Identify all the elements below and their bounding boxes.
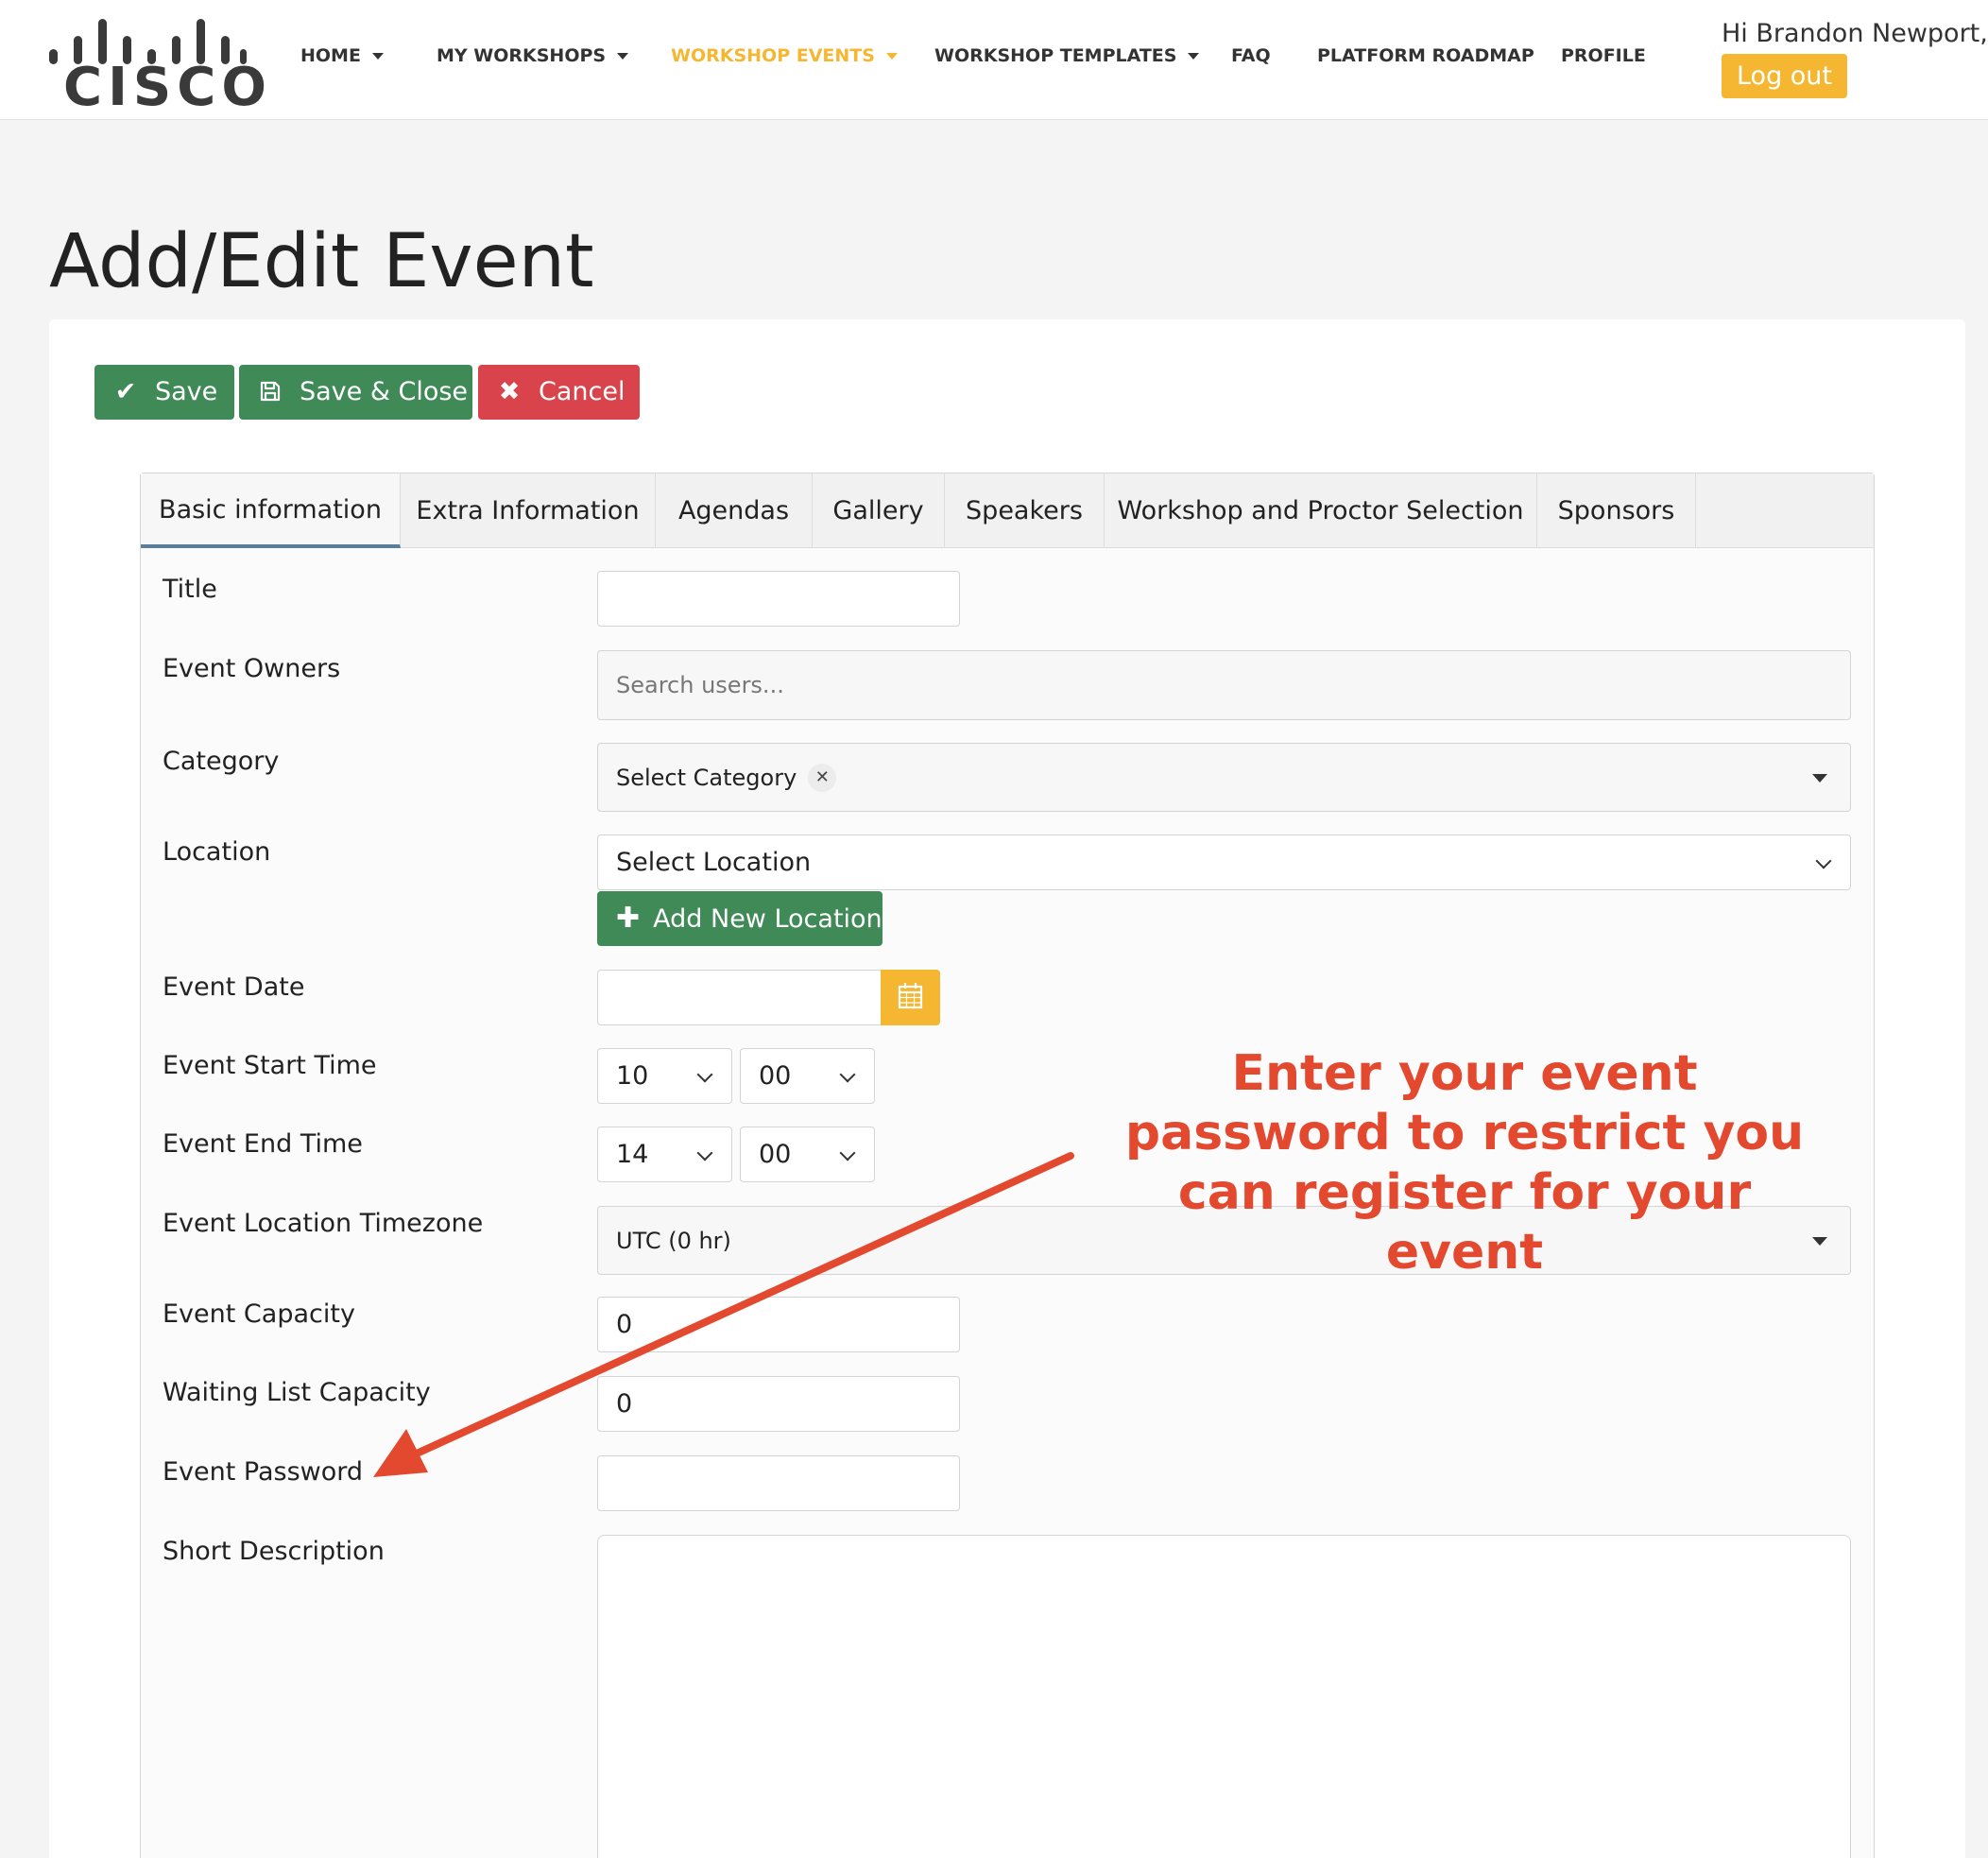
nav-faq[interactable]: FAQ (1231, 45, 1271, 66)
nav-platform-roadmap[interactable]: PLATFORM ROADMAP (1317, 45, 1534, 66)
short-description-label: Short Description (163, 1537, 385, 1566)
nav-workshop-events[interactable]: WORKSHOP EVENTS (671, 45, 898, 66)
location-select[interactable]: Select Location (597, 834, 1851, 890)
end-hour-select[interactable]: 14 (597, 1127, 732, 1182)
event-start-time-label: Event Start Time (163, 1051, 377, 1080)
nav-my-workshops[interactable]: MY WORKSHOPS (437, 45, 629, 66)
plus-icon: ✚ (616, 902, 641, 935)
tab-gallery[interactable]: Gallery (813, 473, 945, 548)
cisco-logo[interactable]: CISCO (47, 8, 266, 114)
calendar-button[interactable] (881, 970, 940, 1025)
start-minute-select[interactable]: 00 (740, 1048, 875, 1104)
location-label: Location (163, 837, 271, 867)
chevron-down-icon (1815, 852, 1832, 869)
cisco-logo-bars-icon (47, 8, 247, 64)
add-new-location-button[interactable]: ✚ Add New Location (597, 891, 883, 946)
event-owners-search-input[interactable]: Search users... (597, 650, 1851, 720)
logo-wordmark: CISCO (63, 57, 272, 118)
event-date-label: Event Date (163, 972, 305, 1002)
event-capacity-input[interactable]: 0 (597, 1297, 960, 1352)
event-password-input[interactable] (597, 1455, 960, 1511)
caret-down-icon (885, 53, 898, 60)
waiting-list-capacity-label: Waiting List Capacity (163, 1378, 431, 1407)
nav-profile[interactable]: PROFILE (1561, 45, 1646, 66)
event-owners-label: Event Owners (163, 654, 341, 683)
save-button[interactable]: ✔ Save (94, 365, 234, 420)
dropdown-arrow-icon (1812, 773, 1827, 783)
category-select[interactable]: Select Category ✕ (597, 743, 1851, 812)
chevron-down-icon (839, 1066, 856, 1082)
short-description-textarea[interactable] (597, 1535, 1851, 1858)
event-capacity-label: Event Capacity (163, 1299, 355, 1329)
annotation-callout: Enter your event password to restrict yo… (1124, 1045, 1805, 1281)
title-label: Title (163, 575, 217, 604)
event-date-input[interactable] (597, 970, 883, 1025)
cancel-button[interactable]: ✖ Cancel (478, 365, 640, 420)
tab-extra-information[interactable]: Extra Information (401, 473, 656, 548)
chevron-down-icon (839, 1144, 856, 1161)
caret-down-icon (371, 53, 384, 60)
caret-down-icon (617, 53, 629, 60)
tab-sponsors[interactable]: Sponsors (1537, 473, 1696, 548)
tab-workshop-proctor-selection[interactable]: Workshop and Proctor Selection (1105, 473, 1537, 548)
top-navigation-bar: CISCO HOME MY WORKSHOPS WORKSHOP EVENTS … (0, 0, 1988, 120)
timezone-label: Event Location Timezone (163, 1209, 484, 1238)
logout-button[interactable]: Log out (1722, 54, 1847, 98)
nav-workshop-templates[interactable]: WORKSHOP TEMPLATES (934, 45, 1200, 66)
tab-speakers[interactable]: Speakers (945, 473, 1105, 548)
title-input[interactable] (597, 571, 960, 627)
save-close-button[interactable]: Save & Close (239, 365, 472, 420)
event-end-time-label: Event End Time (163, 1129, 363, 1159)
tab-bar: Basic information Extra Information Agen… (141, 473, 1874, 548)
clear-category-icon[interactable]: ✕ (808, 763, 837, 792)
close-icon: ✖ (498, 377, 521, 406)
category-label: Category (163, 747, 280, 776)
chevron-down-icon (696, 1144, 713, 1161)
calendar-icon (898, 983, 923, 1009)
floppy-disk-icon (258, 365, 283, 420)
event-password-label: Event Password (163, 1457, 364, 1487)
user-greeting: Hi Brandon Newport, (1722, 19, 1988, 48)
caret-down-icon (1188, 53, 1200, 60)
start-hour-select[interactable]: 10 (597, 1048, 732, 1104)
tab-agendas[interactable]: Agendas (656, 473, 813, 548)
end-minute-select[interactable]: 00 (740, 1127, 875, 1182)
page-title: Add/Edit Event (49, 219, 594, 304)
tab-basic-information[interactable]: Basic information (141, 473, 401, 548)
chevron-down-icon (696, 1066, 713, 1082)
waiting-list-capacity-input[interactable]: 0 (597, 1376, 960, 1432)
nav-home[interactable]: HOME (300, 45, 384, 66)
check-icon: ✔ (114, 377, 137, 406)
